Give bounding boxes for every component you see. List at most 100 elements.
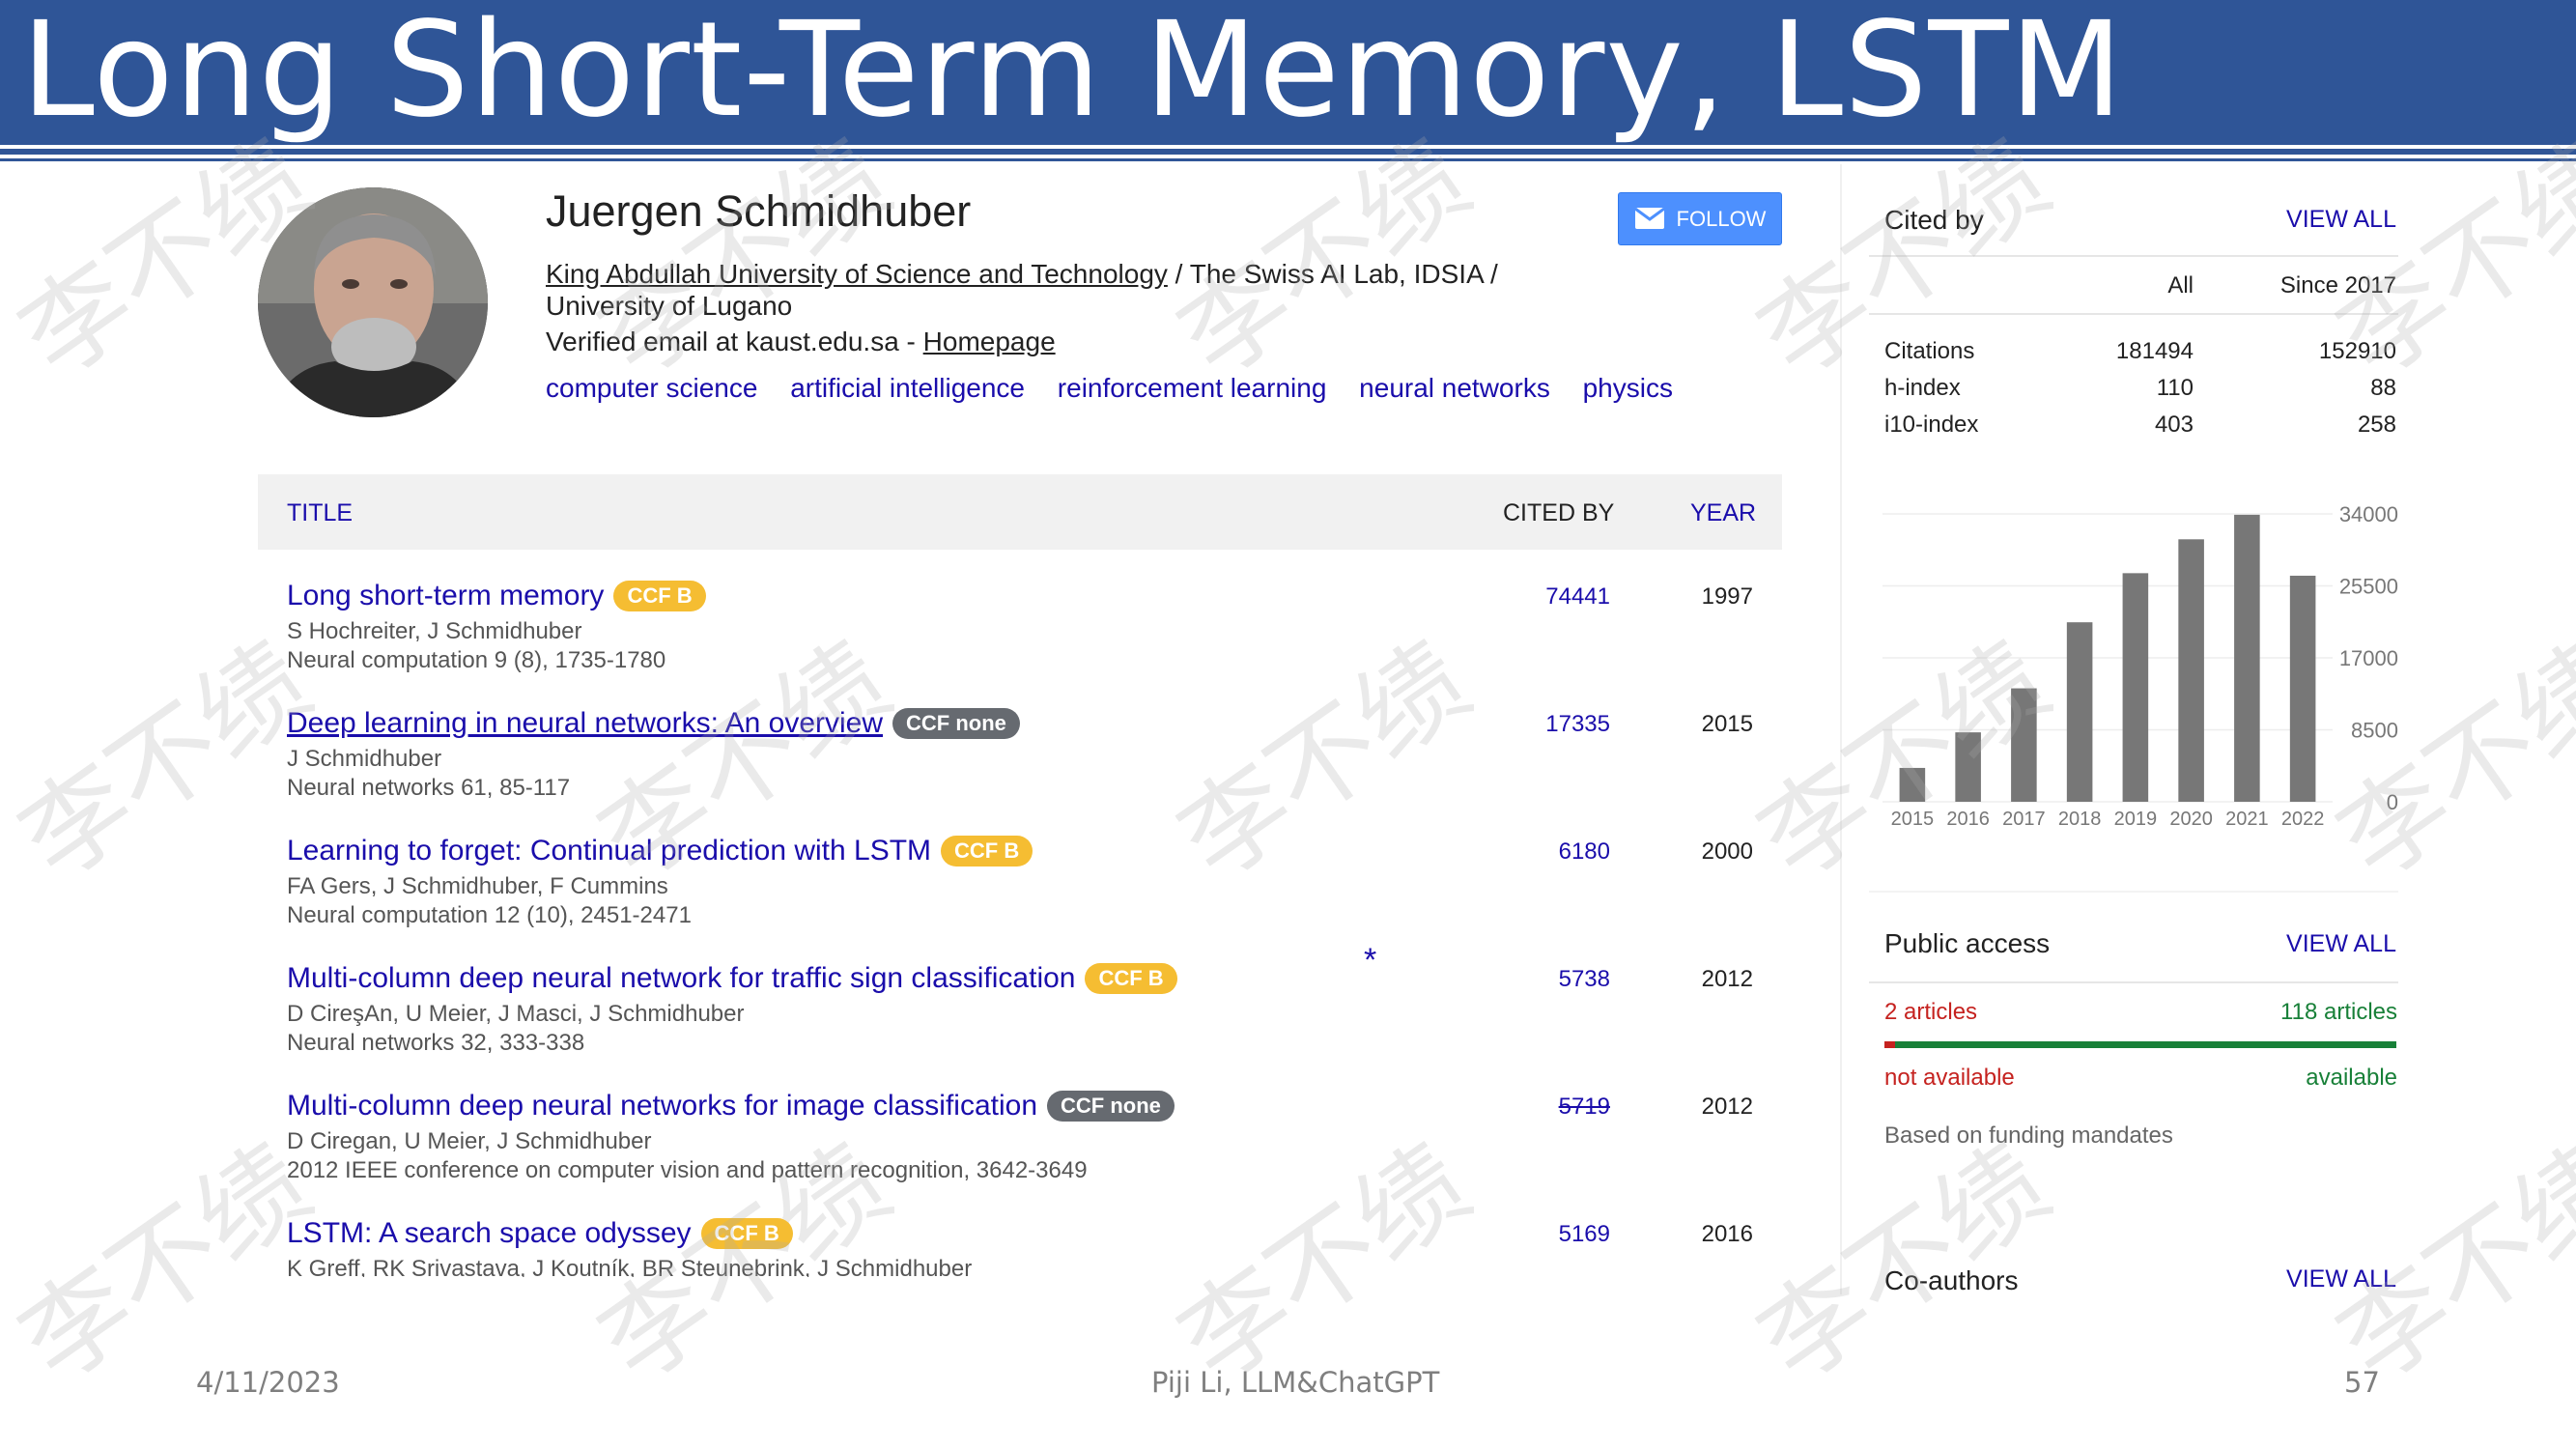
- table-row: Multi-column deep neural network for tra…: [258, 962, 1782, 1086]
- chart-bar-2018[interactable]: [2066, 622, 2093, 802]
- metric-all: 110: [2156, 375, 2194, 401]
- avatar[interactable]: [258, 187, 488, 417]
- interest-link[interactable]: computer science: [546, 373, 757, 403]
- chart-bar-2022[interactable]: [2289, 575, 2316, 802]
- metric-row: i10-index 403 258: [1884, 412, 2396, 448]
- title-rule: [0, 149, 2576, 155]
- watermark: 李不绩: [2316, 1122, 2576, 1406]
- interest-link[interactable]: physics: [1583, 373, 1673, 403]
- x-tick-label: 2017: [2002, 809, 2046, 830]
- x-tick-label: 2022: [2281, 809, 2325, 830]
- article-year: 2000: [1701, 838, 1753, 865]
- metric-label: h-index: [1884, 375, 1961, 401]
- cited-count[interactable]: 5738: [1559, 966, 1610, 993]
- article-year: 2012: [1701, 1094, 1753, 1120]
- homepage-link[interactable]: Homepage: [923, 327, 1056, 356]
- profile-affiliation: King Abdullah University of Science and …: [546, 258, 1531, 322]
- metric-row: Citations 181494 152910: [1884, 338, 2396, 375]
- metric-label: Citations: [1884, 338, 1975, 364]
- sort-by-title[interactable]: TITLE: [287, 499, 353, 527]
- article-title[interactable]: LSTM: A search space odyssey: [287, 1217, 692, 1250]
- title-rule-thin: [0, 158, 2576, 161]
- coauthors-view-all[interactable]: VIEW ALL: [2286, 1265, 2396, 1293]
- public-access-bar-unavailable: [1884, 1041, 1895, 1048]
- available-label: available: [2306, 1065, 2397, 1091]
- footer-author: Piji Li, LLM&ChatGPT: [1151, 1366, 1440, 1399]
- interest-link[interactable]: neural networks: [1359, 373, 1550, 403]
- metric-since: 258: [2357, 412, 2396, 438]
- x-tick-label: 2019: [2114, 809, 2158, 830]
- article-year: 2015: [1701, 711, 1753, 737]
- available-count[interactable]: 118 articles: [2280, 999, 2397, 1026]
- article-title[interactable]: Multi-column deep neural networks for im…: [287, 1090, 1037, 1122]
- metric-since: 152910: [2318, 338, 2396, 364]
- article-year: 2016: [1701, 1221, 1753, 1247]
- table-row: Deep learning in neural networks: An ove…: [258, 707, 1782, 831]
- interest-link[interactable]: reinforcement learning: [1058, 373, 1327, 403]
- x-tick-label: 2021: [2225, 809, 2269, 830]
- footer-date: 4/11/2023: [196, 1366, 340, 1399]
- cited-by-title: Cited by: [1884, 205, 1984, 235]
- chart-bar-2015[interactable]: [1899, 767, 1926, 802]
- x-tick-label: 2018: [2058, 809, 2102, 830]
- cited-count[interactable]: 6180: [1559, 838, 1610, 866]
- not-available-label: not available: [1884, 1065, 2015, 1091]
- divider: [1869, 981, 2398, 983]
- screenshot-crop-edge: [258, 1277, 2402, 1306]
- table-row: Multi-column deep neural networks for im…: [258, 1090, 1782, 1213]
- profile-email: Verified email at kaust.edu.sa - Homepag…: [546, 327, 1056, 357]
- cited-count[interactable]: 74441: [1545, 583, 1610, 611]
- y-tick-label: 0: [2387, 790, 2398, 814]
- chart-bar-2019[interactable]: [2122, 573, 2149, 802]
- y-tick-label: 8500: [2351, 719, 2398, 743]
- title-banner: Long Short-Term Memory, LSTM: [0, 0, 2576, 145]
- public-access-title: Public access: [1884, 928, 2051, 958]
- not-available-count[interactable]: 2 articles: [1884, 999, 1977, 1026]
- merged-citation-marker[interactable]: *: [1364, 942, 1376, 980]
- sort-by-year[interactable]: YEAR: [1690, 499, 1756, 527]
- metric-label: i10-index: [1884, 412, 1979, 438]
- chart-bar-2017[interactable]: [2011, 688, 2037, 802]
- article-title[interactable]: Deep learning in neural networks: An ove…: [287, 707, 883, 740]
- article-year: 1997: [1701, 583, 1753, 610]
- cited-count[interactable]: 5719: [1559, 1094, 1610, 1121]
- article-venue: 2012 IEEE conference on computer vision …: [287, 1157, 1088, 1183]
- follow-button[interactable]: FOLLOW: [1618, 192, 1782, 245]
- chart-bar-2021[interactable]: [2234, 514, 2260, 802]
- cited-count[interactable]: 5169: [1559, 1221, 1610, 1248]
- y-tick-label: 17000: [2339, 646, 2398, 670]
- research-interests: computer science artificial intelligence…: [546, 373, 1698, 404]
- divider: [1869, 255, 2398, 257]
- cited-by-view-all[interactable]: VIEW ALL: [2286, 206, 2396, 234]
- chart-bar-2016[interactable]: [1955, 732, 1981, 802]
- citations-per-year-chart: 0 8500 17000 25500 34000 2015 2016 2017 2018 2019…: [1869, 495, 2410, 833]
- ccf-badge: CCF B: [941, 836, 1033, 867]
- article-title[interactable]: Long short-term memory: [287, 580, 604, 612]
- affiliation-link[interactable]: King Abdullah University of Science and …: [546, 259, 1168, 289]
- interest-link[interactable]: artificial intelligence: [790, 373, 1025, 403]
- cited-count[interactable]: 17335: [1545, 711, 1610, 738]
- article-authors: D Ciregan, U Meier, J Schmidhuber: [287, 1128, 652, 1154]
- public-access-view-all[interactable]: VIEW ALL: [2286, 930, 2396, 958]
- col-all: All: [2167, 272, 2194, 298]
- slide-title: Long Short-Term Memory, LSTM: [21, 0, 2124, 147]
- funding-mandates-note: Based on funding mandates: [1884, 1122, 2173, 1149]
- coauthors-title: Co-authors: [1884, 1265, 2019, 1295]
- article-venue: Neural networks 61, 85-117: [287, 775, 571, 801]
- article-title[interactable]: Multi-column deep neural network for tra…: [287, 962, 1075, 995]
- follow-label: FOLLOW: [1676, 206, 1767, 231]
- article-title[interactable]: Learning to forget: Continual prediction…: [287, 835, 931, 867]
- metrics-header-row: All Since 2017: [1884, 272, 2396, 309]
- x-tick-label: 2015: [1891, 809, 1935, 830]
- chart-bar-2020[interactable]: [2178, 539, 2204, 802]
- sort-by-cited[interactable]: CITED BY: [1503, 499, 1614, 527]
- page-number: 57: [2344, 1366, 2380, 1399]
- article-authors: J Schmidhuber: [287, 746, 442, 772]
- profile-photo: [258, 187, 488, 417]
- articles-table-header: TITLE CITED BY YEAR: [258, 474, 1782, 550]
- table-row: Long short-term memory CCF B S Hochreiter…: [258, 580, 1782, 703]
- article-authors: S Hochreiter, J Schmidhuber: [287, 618, 582, 644]
- public-access-bar: [1884, 1041, 2396, 1048]
- divider: [1869, 891, 2398, 893]
- ccf-badge: CCF B: [1085, 963, 1177, 994]
